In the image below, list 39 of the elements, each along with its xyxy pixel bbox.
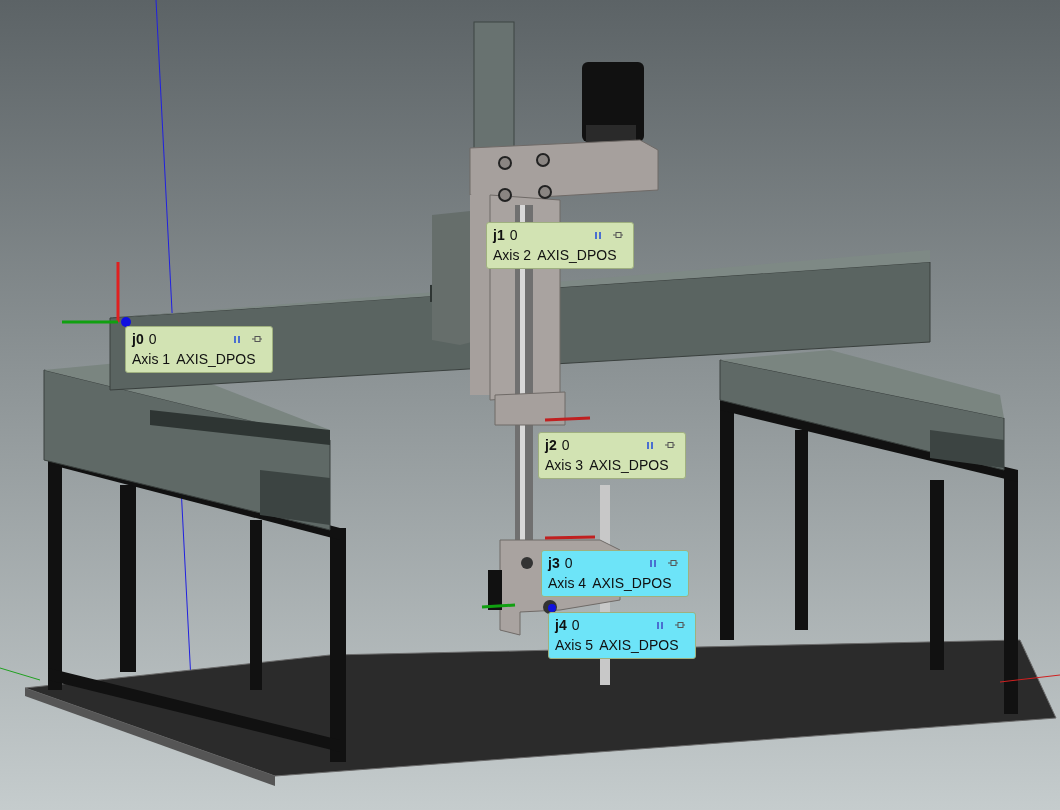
- source-label: AXIS_DPOS: [176, 350, 256, 369]
- pause-icon[interactable]: [657, 621, 663, 629]
- joint-value: 0: [564, 554, 573, 573]
- pin-icon[interactable]: [613, 232, 623, 238]
- joint-label-card[interactable]: j1 0 Axis 2 AXIS_DPOS: [486, 222, 634, 269]
- pin-icon[interactable]: [675, 622, 685, 628]
- axis-label: Axis 4: [548, 574, 587, 593]
- axis-line: [999, 674, 1060, 683]
- joint-label-card[interactable]: j4 0 Axis 5 AXIS_DPOS: [548, 612, 696, 659]
- pause-icon[interactable]: [234, 335, 240, 343]
- pin-icon[interactable]: [668, 560, 678, 566]
- joint-value: 0: [148, 330, 157, 349]
- joint-name: j3: [548, 554, 560, 573]
- axis-label: Axis 2: [493, 246, 532, 265]
- axis-label: Axis 3: [545, 456, 584, 475]
- source-label: AXIS_DPOS: [537, 246, 617, 265]
- pin-icon[interactable]: [252, 336, 262, 342]
- source-label: AXIS_DPOS: [599, 636, 679, 655]
- axis-triad-icon: [481, 603, 556, 612]
- joint-value: 0: [509, 226, 518, 245]
- joint-label-card[interactable]: j3 0 Axis 4 AXIS_DPOS: [541, 550, 689, 597]
- source-label: AXIS_DPOS: [589, 456, 669, 475]
- joint-name: j1: [493, 226, 505, 245]
- axis-label: Axis 5: [555, 636, 594, 655]
- axis-triad-icon: [62, 262, 131, 327]
- pause-icon[interactable]: [650, 559, 656, 567]
- pause-icon[interactable]: [647, 441, 653, 449]
- pin-icon[interactable]: [665, 442, 675, 448]
- joint-name: j4: [555, 616, 567, 635]
- joint-value: 0: [561, 436, 570, 455]
- joint-value: 0: [571, 616, 580, 635]
- joint-label-card[interactable]: j0 0 Axis 1 AXIS_DPOS: [125, 326, 273, 373]
- joint-name: j0: [132, 330, 144, 349]
- axis-line: [0, 667, 41, 681]
- joint-name: j2: [545, 436, 557, 455]
- axis-label: Axis 1: [132, 350, 171, 369]
- source-label: AXIS_DPOS: [592, 574, 672, 593]
- pause-icon[interactable]: [595, 231, 601, 239]
- joint-label-card[interactable]: j2 0 Axis 3 AXIS_DPOS: [538, 432, 686, 479]
